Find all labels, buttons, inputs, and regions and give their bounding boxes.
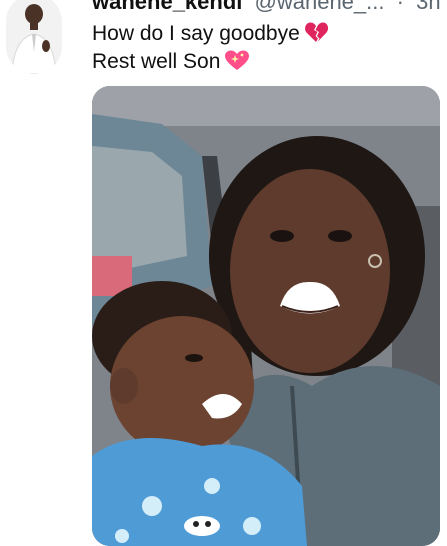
avatar-image [6,0,62,74]
tweet-photo[interactable] [92,86,440,546]
timestamp[interactable]: 3h [416,0,440,14]
avatar[interactable] [6,0,62,74]
tweet-text: Rest well Son [92,50,221,73]
tweet-card[interactable]: wahene_kendi @wahene_... · 3h How do I s… [0,0,447,546]
broken-heart-icon [304,21,328,51]
tweet-text-line-2: Rest well Son [92,48,250,79]
sparkling-heart-icon [224,49,250,79]
tweet-text-line-1: How do I say goodbye [92,20,328,51]
user-handle[interactable]: @wahene_... [255,0,385,14]
photo-image [92,86,440,546]
tweet-header: wahene_kendi @wahene_... · 3h [92,0,442,16]
display-name[interactable]: wahene_kendi [92,0,242,14]
tweet-text: How do I say goodbye [92,22,300,45]
separator-dot: · [396,0,404,14]
